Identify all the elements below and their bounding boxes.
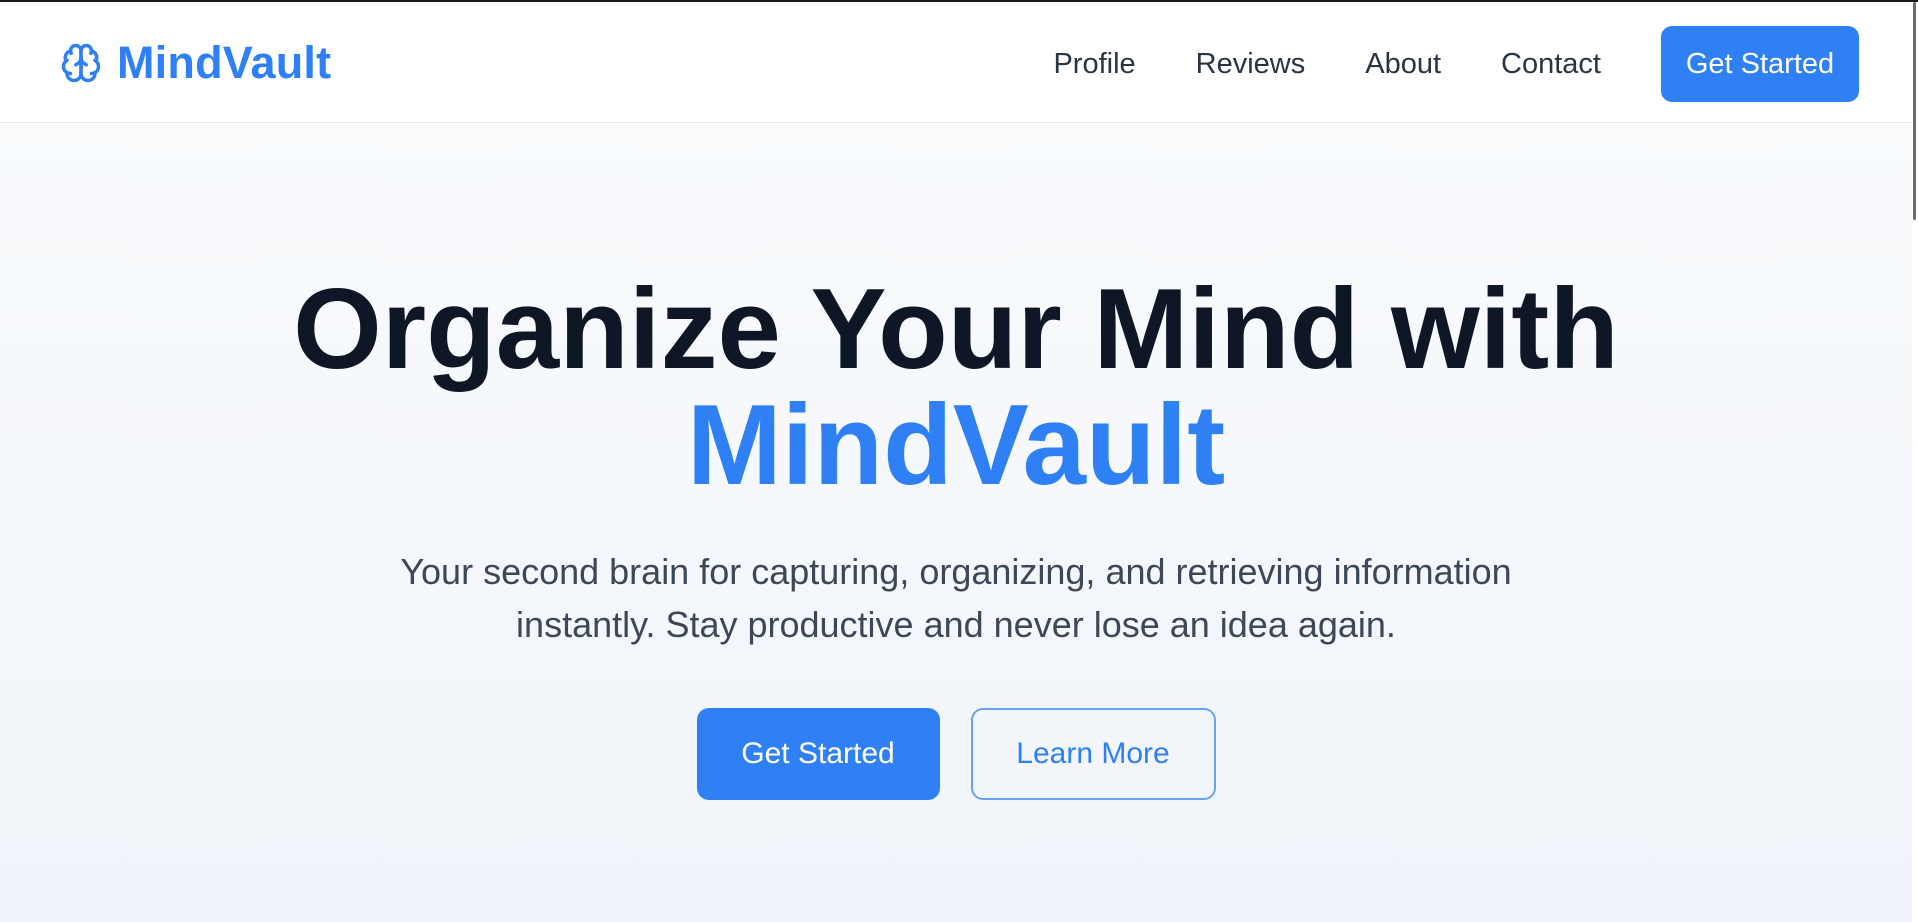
nav-link-about[interactable]: About [1365,48,1441,81]
hero-title-highlight: MindVault [686,382,1226,509]
hero-actions: Get Started Learn More [0,708,1912,800]
hero-title-line1: Organize Your Mind with [293,266,1619,393]
nav-link-profile[interactable]: Profile [1053,48,1135,81]
hero-subtitle: Your second brain for capturing, organiz… [400,551,1512,645]
site-header: MindVault Profile Reviews About Contact … [0,2,1912,123]
landing-page: MindVault Profile Reviews About Contact … [0,0,1918,922]
nav-link-contact[interactable]: Contact [1501,48,1601,81]
header-get-started-button[interactable]: Get Started [1661,26,1859,102]
nav-link-reviews[interactable]: Reviews [1196,48,1306,81]
page-scrollbar[interactable] [1912,2,1918,922]
scrollbar-thumb[interactable] [1913,2,1916,220]
hero-title: Organize Your Mind with MindVault [0,272,1912,504]
hero-section: Organize Your Mind with MindVault Your s… [0,124,1912,922]
hero-get-started-button[interactable]: Get Started [696,708,940,800]
brand-name: MindVault [117,37,332,88]
brain-icon [59,41,103,85]
learn-more-button[interactable]: Learn More [970,708,1216,800]
main-nav: Profile Reviews About Contact Get Starte… [1053,26,1859,102]
brand-logo[interactable]: MindVault [59,37,332,88]
